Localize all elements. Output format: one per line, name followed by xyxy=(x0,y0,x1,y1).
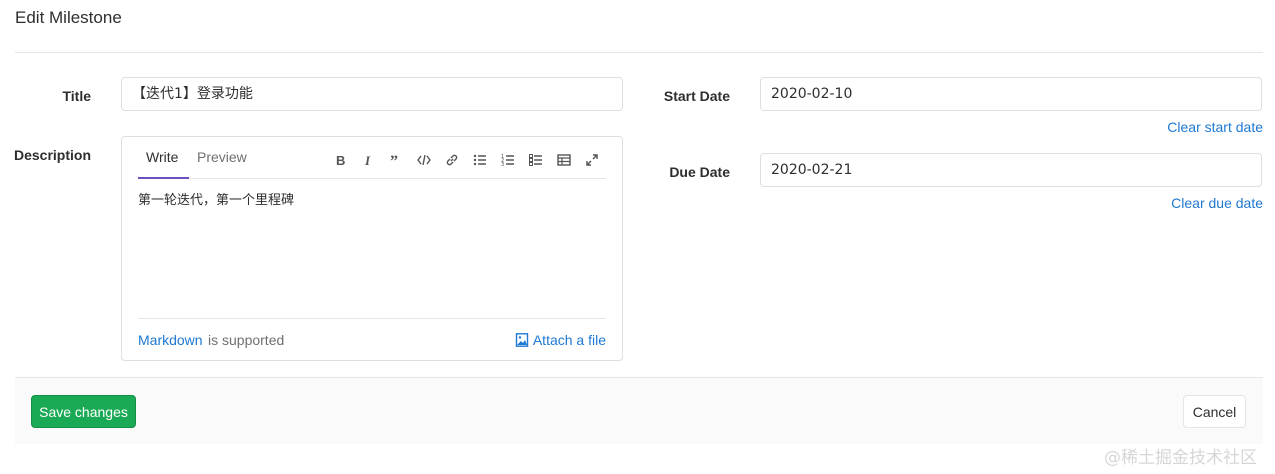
description-editor: Write Preview B I ” 123 第一轮迭代，第一个里程碑 Mar… xyxy=(121,136,623,361)
description-textarea[interactable]: 第一轮迭代，第一个里程碑 xyxy=(138,189,294,208)
cancel-button[interactable]: Cancel xyxy=(1183,395,1246,428)
italic-icon[interactable]: I xyxy=(354,149,382,171)
link-icon[interactable] xyxy=(438,149,466,171)
table-icon[interactable] xyxy=(550,149,578,171)
task-list-icon[interactable] xyxy=(522,149,550,171)
image-file-icon xyxy=(515,333,529,347)
numbered-list-icon[interactable]: 123 xyxy=(494,149,522,171)
svg-text:B: B xyxy=(336,153,345,167)
markdown-link[interactable]: Markdown xyxy=(138,332,203,348)
code-icon[interactable] xyxy=(410,149,438,171)
editor-toolbar: B I ” 123 xyxy=(326,149,606,171)
fullscreen-icon[interactable] xyxy=(578,149,606,171)
markdown-supported-text: is supported xyxy=(208,332,285,348)
start-date-input[interactable]: 2020-02-10 xyxy=(760,77,1262,111)
watermark: @稀土掘金技术社区 xyxy=(1104,448,1257,468)
svg-text:3: 3 xyxy=(501,162,504,167)
svg-text:”: ” xyxy=(390,153,398,167)
due-date-input[interactable]: 2020-02-21 xyxy=(760,153,1262,187)
bold-icon[interactable]: B xyxy=(326,149,354,171)
bulleted-list-icon[interactable] xyxy=(466,149,494,171)
save-changes-button[interactable]: Save changes xyxy=(31,395,136,428)
tab-preview[interactable]: Preview xyxy=(197,149,247,165)
active-tab-indicator xyxy=(138,177,189,179)
description-label: Description xyxy=(13,147,91,163)
editor-footer: Markdown is supported Attach a file xyxy=(138,318,606,362)
svg-text:I: I xyxy=(364,153,371,167)
quote-icon[interactable]: ” xyxy=(382,149,410,171)
start-date-label: Start Date xyxy=(663,88,730,104)
due-date-label: Due Date xyxy=(669,164,730,180)
attach-file-button[interactable]: Attach a file xyxy=(515,332,606,348)
page-title: Edit Milestone xyxy=(15,8,122,27)
tab-write[interactable]: Write xyxy=(146,149,178,165)
attach-file-label: Attach a file xyxy=(532,332,606,348)
title-label: Title xyxy=(62,88,91,104)
form-actions: Save changes Cancel xyxy=(15,377,1263,444)
title-input[interactable]: 【迭代1】登录功能 xyxy=(121,77,623,111)
editor-tabs: Write Preview B I ” 123 xyxy=(138,137,606,179)
title-divider xyxy=(15,52,1263,53)
clear-start-date-link[interactable]: Clear start date xyxy=(1167,119,1263,135)
clear-due-date-link[interactable]: Clear due date xyxy=(1171,195,1263,211)
